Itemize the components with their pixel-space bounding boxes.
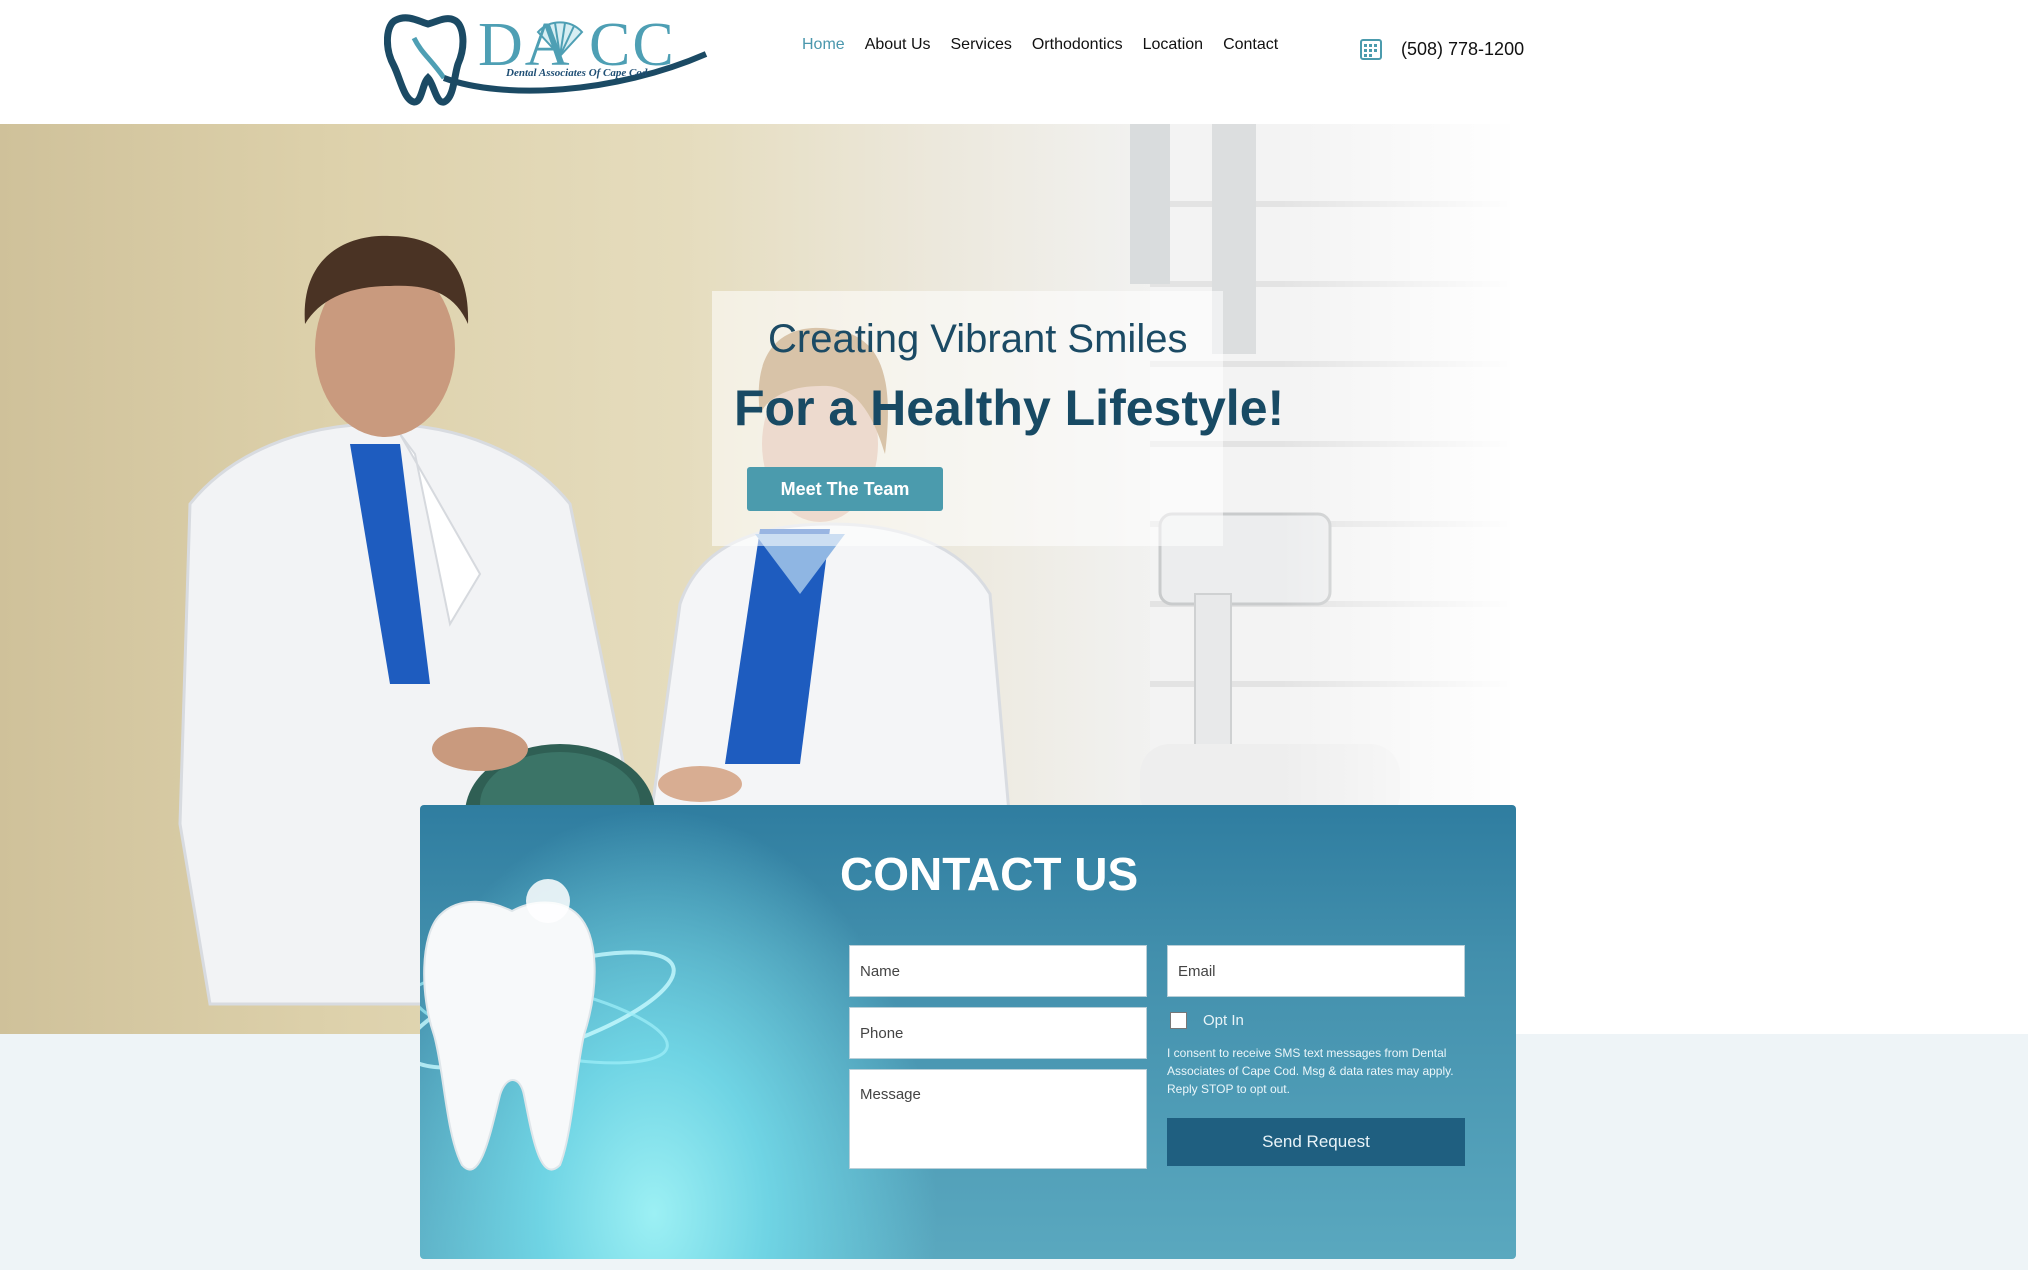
nav-contact[interactable]: Contact <box>1223 36 1278 54</box>
message-field[interactable] <box>849 1069 1147 1169</box>
nav-services[interactable]: Services <box>951 36 1012 54</box>
site-header: DA CC Dental Associates Of Cape Cod Home… <box>0 0 2028 124</box>
contact-title: CONTACT US <box>840 848 1139 900</box>
email-field[interactable] <box>1167 945 1465 997</box>
hero-headline: Creating Vibrant Smiles <box>768 317 1188 361</box>
opt-in-checkbox[interactable] <box>1170 1012 1187 1029</box>
hero-subheadline: For a Healthy Lifestyle! <box>734 380 1285 436</box>
tooth-icon <box>420 879 676 1171</box>
calendar-icon <box>1360 39 1382 60</box>
nav-location[interactable]: Location <box>1143 36 1204 54</box>
consent-text: I consent to receive SMS text messages f… <box>1167 1046 1454 1096</box>
opt-in-label: Opt In <box>1203 1012 1244 1029</box>
meet-the-team-button[interactable]: Meet The Team <box>747 467 943 511</box>
phone-number: (508) 778-1200 <box>1401 38 1525 59</box>
name-field[interactable] <box>849 945 1147 997</box>
phone-contact[interactable]: (508) 778-1200 <box>1359 37 1524 61</box>
send-request-button[interactable]: Send Request <box>1167 1118 1465 1166</box>
main-nav: Home About Us Services Orthodontics Loca… <box>802 36 1298 54</box>
logo-subtitle: Dental Associates Of Cape Cod <box>506 67 648 79</box>
nav-about-us[interactable]: About Us <box>865 36 931 54</box>
phone-field[interactable] <box>849 1007 1147 1059</box>
contact-panel: CONTACT US Opt In I consent to receive S… <box>420 805 1516 1259</box>
nav-home[interactable]: Home <box>802 36 845 54</box>
opt-in-row: Opt In <box>1170 1012 1244 1029</box>
nav-orthodontics[interactable]: Orthodontics <box>1032 36 1123 54</box>
